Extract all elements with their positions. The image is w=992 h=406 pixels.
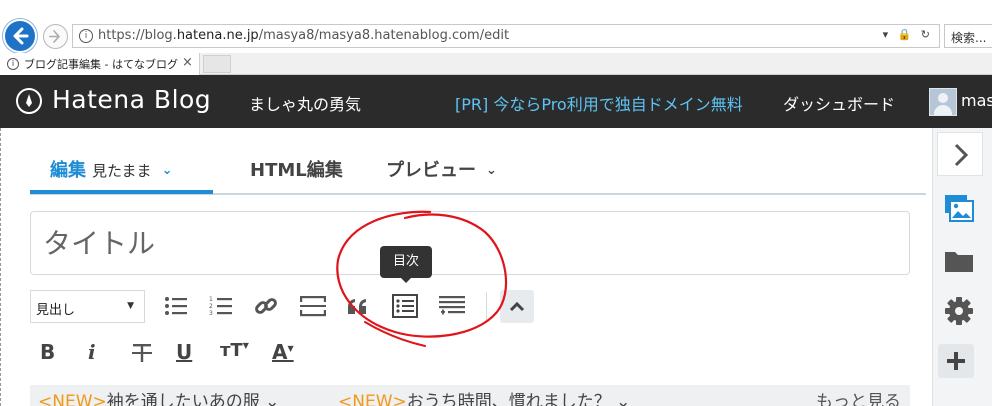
toc-button[interactable] [386,288,422,324]
page-edge-divider [0,128,1,406]
browser-tab-row: i ブログ記事編集 - はてなブログ × [0,53,992,75]
forward-button[interactable] [43,24,68,49]
address-bar[interactable]: i https://blog.hatena.ne.jp/masya8/masya… [72,24,940,48]
settings-button[interactable] [944,296,974,326]
svg-text:2: 2 [209,303,213,310]
table-of-contents-icon [392,294,418,318]
page-break-icon [300,296,326,317]
user-name[interactable]: mas [961,91,992,110]
tab-preview[interactable]: プレビュー ⌄ [386,156,497,182]
browser-search-input[interactable]: 検索... [944,24,992,48]
url-prefix: https://blog. [98,28,177,43]
collapse-toolbar-button[interactable] [500,290,534,323]
more-divider-button[interactable] [294,288,330,324]
gear-icon [945,297,973,325]
editor-toolbar: 見出し ▼ 123 [30,288,910,326]
collapse-sidebar-button[interactable] [937,132,983,176]
dashboard-link[interactable]: ダッシュボード [783,91,895,115]
title-input[interactable] [30,211,910,275]
strikethrough-icon [132,344,152,362]
strikethrough-button[interactable] [130,340,154,370]
photo-upload-button[interactable] [944,194,974,224]
folder-icon [945,252,973,272]
arrow-left-icon [13,27,29,45]
folder-button[interactable] [944,248,974,278]
blog-name-link[interactable]: ましゃ丸の勇気 [249,91,361,115]
news-item[interactable]: <NEW>袖を通したいあの服 ⌄ [38,387,279,406]
news-item[interactable]: <NEW>おうち時間、慣れました？ ⌄ [338,387,630,406]
active-tab-indicator [30,190,213,194]
caret-down-icon: ▼ [242,341,249,350]
avatar[interactable] [929,88,957,116]
url-domain: hatena.ne.jp [176,28,259,43]
bullet-list-icon [165,297,187,315]
editor-mode-tabs: 編集 見たまま ⌄ HTML編集 プレビュー ⌄ [30,128,926,195]
news-tag: <NEW> [338,392,407,406]
toolbar-divider [486,292,487,320]
svg-text:3: 3 [209,310,213,317]
tab-preview-label: プレビュー [386,160,476,181]
caret-down-icon: ▼ [127,301,134,311]
back-button[interactable] [3,19,37,53]
link-icon [255,298,277,314]
info-icon[interactable]: i [79,29,93,43]
page-icon: i [7,58,19,70]
hatena-logo-text[interactable]: Hatena Blog [52,85,211,114]
browser-address-row: i https://blog.hatena.ne.jp/masya8/masya… [0,17,992,53]
url-path: /masya8/masya8.hatenablog.com/edit [258,28,510,43]
side-panel [932,128,992,406]
photo-icon [945,195,974,222]
chevron-right-icon [954,143,969,167]
chevron-down-icon[interactable]: ⌄ [162,163,173,178]
font-size-button[interactable]: тT▼ [220,340,249,370]
link-button[interactable] [248,288,284,324]
svg-text:1: 1 [209,296,213,303]
hatena-header: Hatena Blog ましゃ丸の勇気 [PR] 今ならPro利用で独自ドメイン… [0,75,992,128]
add-button[interactable] [938,344,974,378]
browser-tab[interactable]: i ブログ記事編集 - はてなブログ × [0,53,200,75]
tab-html-edit[interactable]: HTML編集 [250,156,343,182]
numbered-list-button[interactable]: 123 [203,288,239,324]
font-size-label: тT [220,340,243,361]
chevron-down-icon[interactable]: ⌄ [486,163,497,178]
format-toolbar: B i U тT▼ A▼ [30,340,910,370]
editor-area: 編集見たまま ⌄ HTML編集 プレビュー ⌄ 目次 見出し ▼ 123 [14,128,932,406]
quote-button[interactable] [340,288,376,324]
heading-select-value: 見出し [36,303,76,318]
news-text: 袖を通したいあの服 ⌄ [106,392,280,406]
news-bar: <NEW>袖を通したいあの服 ⌄ <NEW>おうち時間、慣れました？ ⌄ もっと… [30,385,910,406]
toc-tooltip: 目次 [380,246,432,283]
bullet-list-button[interactable] [158,288,194,324]
tab-title: ブログ記事編集 - はてなブログ [24,58,178,71]
tab-edit-label: 編集 [50,160,86,181]
news-tag: <NEW> [38,392,107,406]
italic-button[interactable]: i [88,340,96,370]
url-tools[interactable]: ▾ 🔒 ↻ [883,28,933,41]
text-color-label: A [272,340,288,364]
news-text: おうち時間、慣れました？ ⌄ [406,392,631,406]
quote-icon [348,299,366,314]
text-color-button[interactable]: A▼ [272,340,294,370]
close-icon[interactable]: × [182,55,193,70]
heading-select[interactable]: 見出し ▼ [30,290,145,323]
url-text[interactable]: https://blog.hatena.ne.jp/masya8/masya8.… [98,28,509,43]
tab-edit-mode: 見たまま [92,162,152,180]
new-tab-button[interactable] [203,55,231,73]
caret-down-icon: ▼ [287,344,294,353]
underline-button[interactable]: U [176,340,192,370]
footnote-icon [439,296,465,315]
footnote-button[interactable] [433,288,469,324]
tab-html-label: HTML編集 [250,160,343,181]
more-link[interactable]: もっと見る [816,387,901,406]
pr-link[interactable]: [PR] 今ならPro利用で独自ドメイン無料 [455,91,743,115]
tab-edit[interactable]: 編集 見たまま ⌄ [50,156,172,182]
hatena-logo-icon[interactable] [16,88,42,114]
arrow-right-icon [49,30,60,43]
chevron-up-icon [509,301,525,312]
bold-button[interactable]: B [40,340,55,370]
numbered-list-icon: 123 [209,296,232,317]
plus-icon [947,352,965,370]
